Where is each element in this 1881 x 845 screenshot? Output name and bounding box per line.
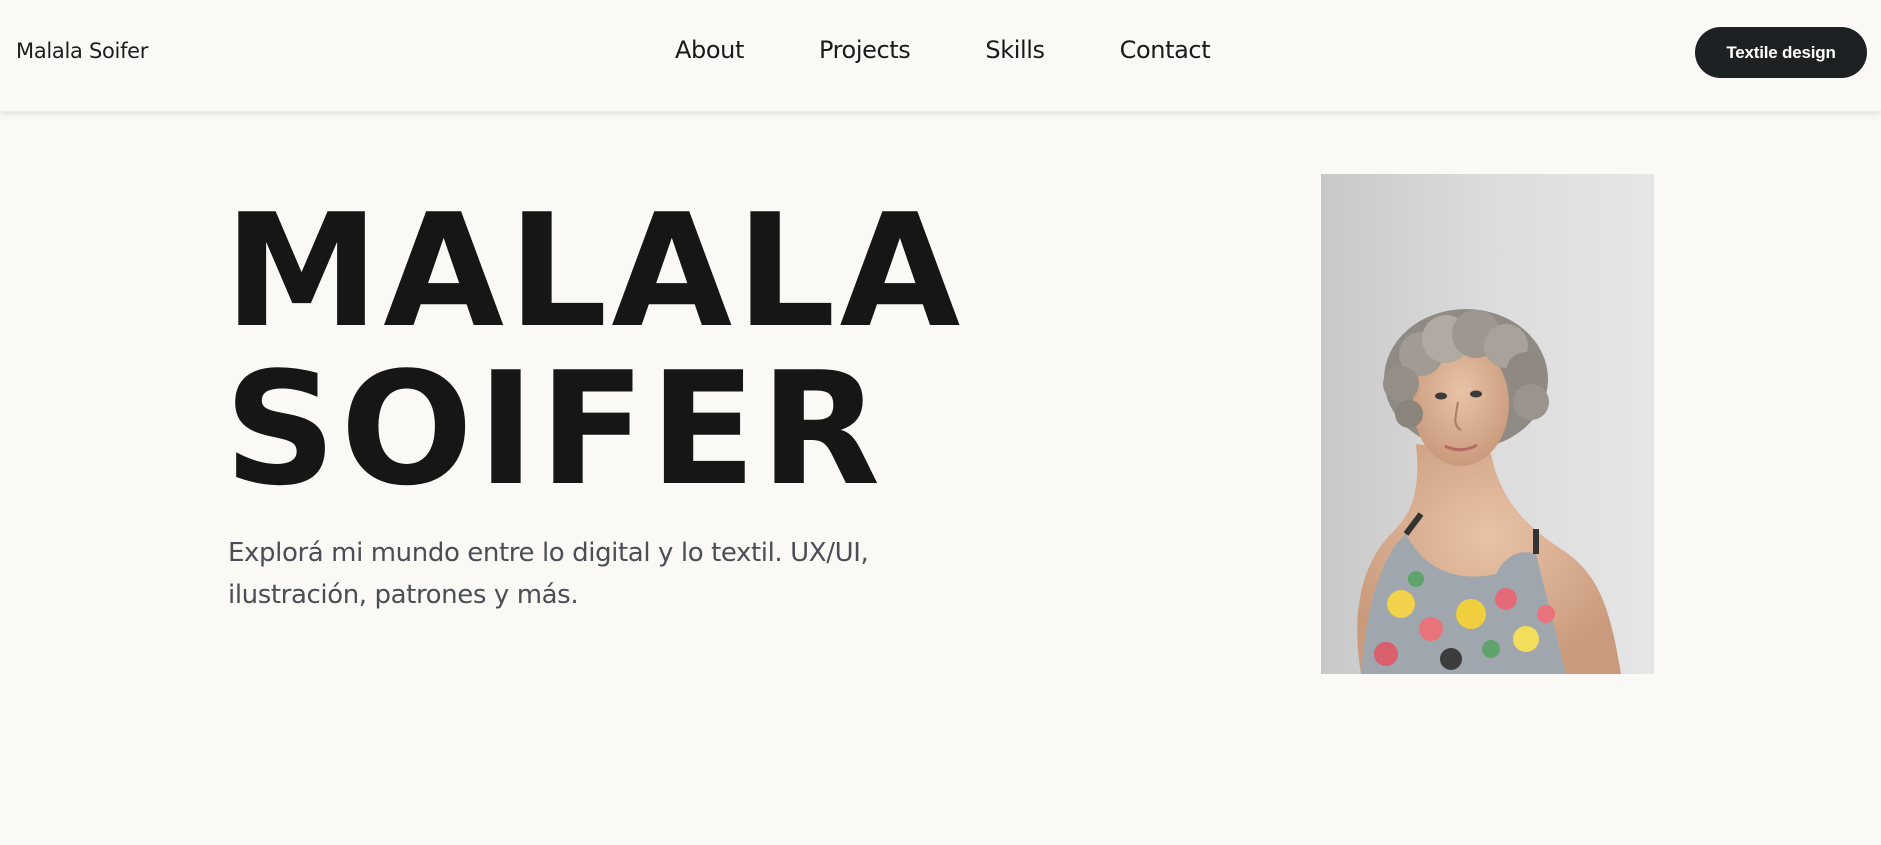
hero-title-line-2: SOIFER: [224, 338, 885, 520]
textile-design-button[interactable]: Textile design: [1695, 27, 1867, 78]
portrait-photo: [1321, 174, 1654, 674]
hero-subtitle: Explorá mi mundo entre lo digital y lo t…: [228, 538, 869, 610]
nav-about[interactable]: About: [675, 36, 744, 64]
hero-title: MALALA SOIFER: [224, 192, 964, 508]
hero-title-line-1: MALALA: [224, 180, 965, 362]
site-header: Malala Soifer About Projects Skills Cont…: [0, 0, 1881, 112]
nav-projects[interactable]: Projects: [819, 36, 911, 64]
brand-name[interactable]: Malala Soifer: [16, 39, 148, 63]
portrait-illustration: [1321, 174, 1654, 674]
nav-contact[interactable]: Contact: [1120, 36, 1211, 64]
main-nav: About Projects Skills Contact: [675, 36, 1211, 64]
nav-skills[interactable]: Skills: [985, 36, 1045, 64]
